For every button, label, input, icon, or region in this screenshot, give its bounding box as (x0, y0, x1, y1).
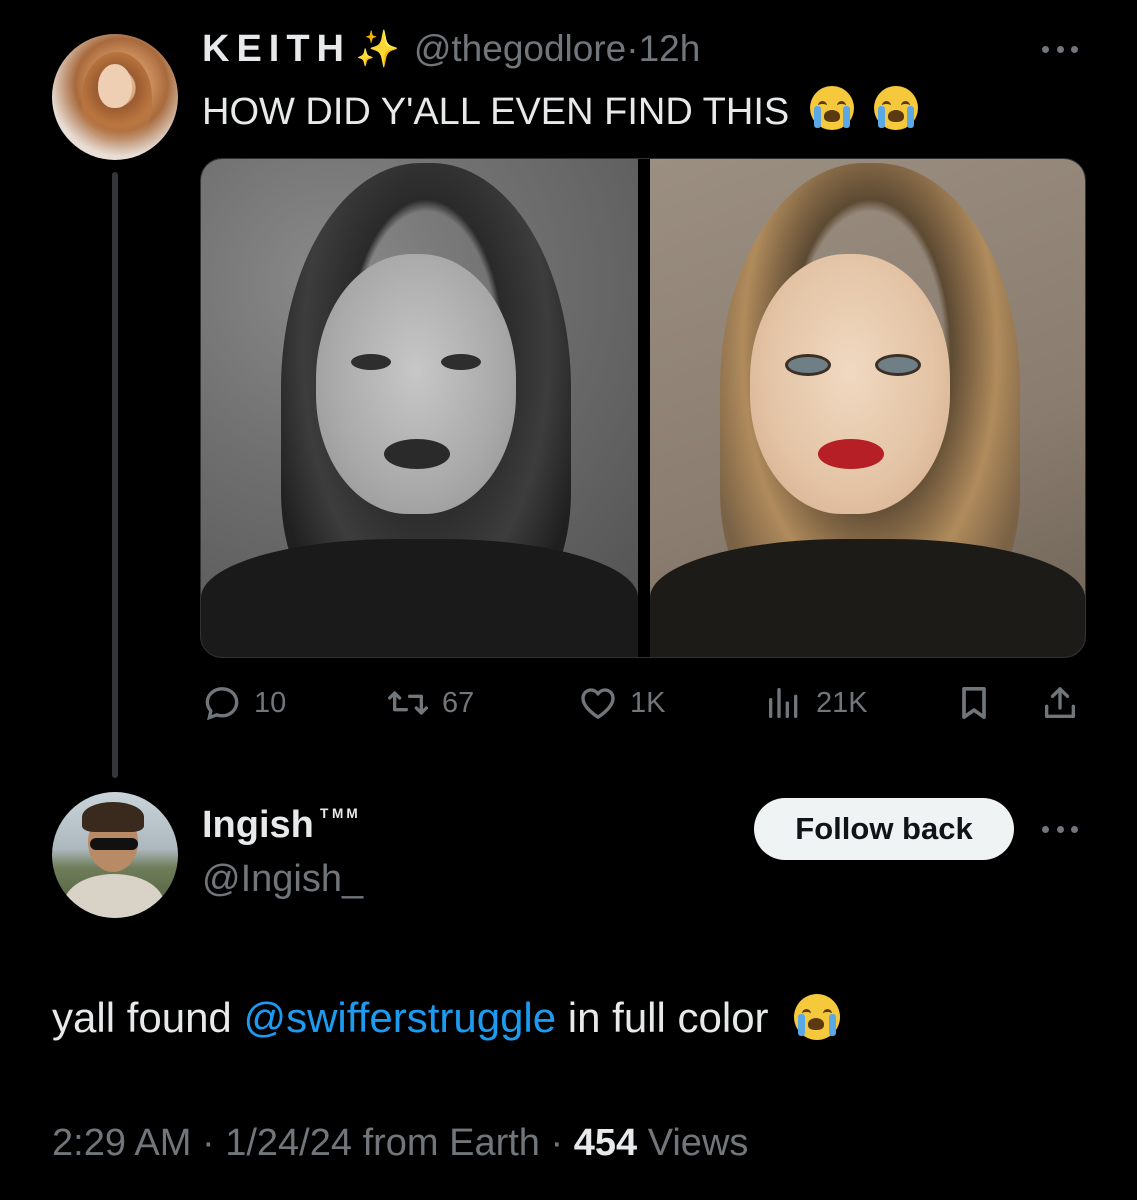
bookmark-icon (962, 687, 986, 719)
view-count: 21K (816, 686, 868, 719)
share-icon (1045, 687, 1075, 718)
views-label: Views (647, 1122, 749, 1164)
like-button[interactable]: 1K (578, 678, 665, 728)
reply-tweet-text: yall found @swifferstruggle in full colo… (52, 994, 841, 1042)
tweet-time[interactable]: 2:29 AM (52, 1122, 191, 1164)
sparkles-icon: ✨ (355, 28, 400, 69)
handle[interactable]: @thegodlore (414, 28, 626, 69)
text-after: in full color (556, 994, 769, 1041)
media-photo-bw-portrait[interactable] (201, 159, 638, 657)
follow-back-button[interactable]: Follow back (754, 798, 1014, 860)
analytics-icon (769, 688, 798, 718)
bookmark-button[interactable] (954, 678, 994, 728)
text-before: yall found (52, 994, 244, 1041)
reply-author-name: Ingish ᵀᴹᴹ (202, 804, 361, 847)
reply-button[interactable]: 10 (202, 678, 286, 728)
reply-icon (205, 687, 239, 721)
handle[interactable]: @Ingish_ (202, 858, 363, 901)
heart-icon (581, 688, 615, 719)
loudly-crying-face-icon (874, 86, 919, 130)
tweet-metadata: 2:29 AM · 1/24/24 from Earth · 454 Views (52, 1122, 748, 1165)
retweet-icon (387, 691, 428, 715)
like-count: 1K (630, 686, 666, 719)
share-button[interactable] (1040, 678, 1080, 728)
avatar-keith[interactable] (52, 34, 178, 160)
timestamp[interactable]: 12h (639, 28, 701, 69)
tweet-thread-view: KEITH ✨ @thegodlore·12h HOW DID Y'ALL EV… (0, 0, 1137, 1200)
name-suffix: ᵀᴹᴹ (319, 806, 362, 828)
loudly-crying-face-icon (794, 994, 841, 1040)
separator: · (626, 28, 639, 69)
tweet-date[interactable]: 1/24/24 (225, 1122, 352, 1164)
more-options-icon[interactable] (1042, 46, 1078, 56)
separator: · (201, 1122, 215, 1164)
mention-link[interactable]: @swifferstruggle (243, 994, 556, 1041)
tweet-media[interactable] (200, 158, 1086, 658)
thread-connector-line (112, 172, 118, 778)
parent-tweet-text: HOW DID Y'ALL EVEN FIND THIS (202, 86, 919, 134)
display-name[interactable]: Ingish (202, 804, 314, 847)
parent-tweet-header: KEITH ✨ @thegodlore·12h (202, 28, 700, 71)
avatar-ingish[interactable] (52, 792, 178, 918)
media-photo-color-portrait[interactable] (650, 159, 1085, 657)
loudly-crying-face-icon (809, 86, 854, 130)
avatar-face (98, 64, 132, 108)
views-count[interactable]: 454 (574, 1122, 637, 1164)
reply-count: 10 (254, 686, 287, 719)
handle-and-time: @thegodlore·12h (414, 28, 701, 70)
more-options-icon[interactable] (1042, 826, 1078, 836)
display-name[interactable]: KEITH (202, 28, 351, 71)
tweet-action-bar: 10 67 1K 21K (200, 678, 1084, 728)
tweet-source: from Earth (362, 1122, 540, 1164)
retweet-button[interactable]: 67 (386, 678, 474, 728)
separator: · (550, 1122, 564, 1164)
retweet-count: 67 (442, 686, 475, 719)
views-button[interactable]: 21K (764, 678, 868, 728)
tweet-text: HOW DID Y'ALL EVEN FIND THIS (202, 91, 790, 133)
